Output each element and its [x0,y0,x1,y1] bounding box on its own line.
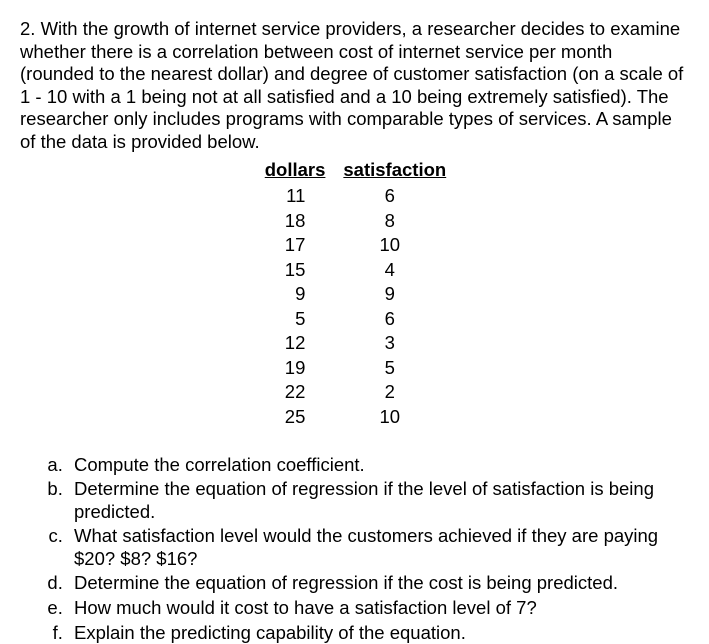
cell-dollars: 15 [255,258,336,283]
cell-dollars: 18 [255,209,336,234]
table-row: 2510 [255,405,454,430]
cell-satisfaction: 5 [335,356,454,381]
question-a: Compute the correlation coefficient. [68,454,689,477]
question-b: Determine the equation of regression if … [68,478,689,523]
cell-satisfaction: 9 [335,282,454,307]
table-row: 1710 [255,233,454,258]
data-table: dollars satisfaction 1161881710154995612… [255,159,454,429]
cell-dollars: 25 [255,405,336,430]
table-row: 188 [255,209,454,234]
table-row: 56 [255,307,454,332]
table-row: 222 [255,380,454,405]
cell-dollars: 17 [255,233,336,258]
table-row: 195 [255,356,454,381]
table-body: 116188171015499561231952222510 [255,184,454,430]
table-row: 116 [255,184,454,209]
cell-dollars: 22 [255,380,336,405]
cell-dollars: 5 [255,307,336,332]
data-table-wrap: dollars satisfaction 1161881710154995612… [20,159,689,429]
cell-satisfaction: 6 [335,184,454,209]
col-header-dollars: dollars [255,159,336,184]
cell-satisfaction: 4 [335,258,454,283]
cell-satisfaction: 10 [335,405,454,430]
question-d: Determine the equation of regression if … [68,572,689,595]
table-row: 99 [255,282,454,307]
cell-satisfaction: 10 [335,233,454,258]
cell-dollars: 12 [255,331,336,356]
cell-satisfaction: 3 [335,331,454,356]
cell-dollars: 9 [255,282,336,307]
table-row: 154 [255,258,454,283]
table-row: 123 [255,331,454,356]
cell-satisfaction: 6 [335,307,454,332]
question-f: Explain the predicting capability of the… [68,622,689,644]
cell-satisfaction: 8 [335,209,454,234]
cell-dollars: 11 [255,184,336,209]
intro-text: With the growth of internet service prov… [20,18,683,152]
cell-satisfaction: 2 [335,380,454,405]
question-c: What satisfaction level would the custom… [68,525,689,570]
problem-intro: 2. With the growth of internet service p… [20,18,689,153]
question-list: Compute the correlation coefficient. Det… [20,454,689,644]
question-e: How much would it cost to have a satisfa… [68,597,689,620]
cell-dollars: 19 [255,356,336,381]
col-header-satisfaction: satisfaction [335,159,454,184]
problem-number: 2. [20,18,35,39]
